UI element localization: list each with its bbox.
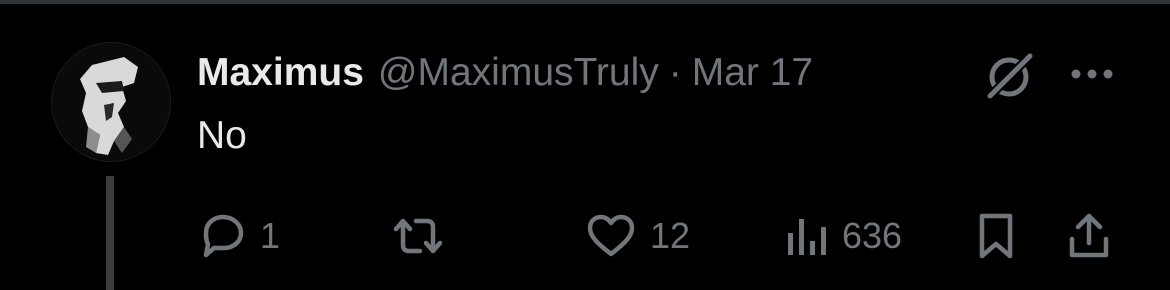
post-date[interactable]: Mar 17 [692,51,813,95]
reply-count: 1 [260,215,281,256]
bookmark-icon [979,213,1013,259]
like-button[interactable]: 12 [584,206,690,266]
avatar[interactable] [51,42,171,162]
bookmark-button[interactable] [974,206,1018,266]
retweet-icon [393,218,443,254]
reply-button[interactable]: 1 [196,206,280,266]
post-text: No [197,114,247,157]
more-options-icon[interactable] [1068,58,1116,90]
heart-icon [587,214,635,257]
like-count: 12 [650,215,691,256]
views-button[interactable]: 636 [782,206,902,266]
user-handle[interactable]: @MaximusTruly [378,51,659,95]
display-name[interactable]: Maximus [197,51,364,95]
grok-icon[interactable] [982,48,1038,104]
top-divider [0,0,1170,4]
view-count: 636 [842,215,903,256]
separator-dot: · [668,51,682,94]
share-icon [1069,213,1109,258]
retweet-button[interactable] [388,206,460,266]
reply-icon [203,214,244,258]
avatar-image [52,43,170,161]
share-button[interactable] [1064,206,1114,266]
views-icon [788,219,826,255]
action-bar: 1 12 636 [0,206,1170,266]
post-header: Maximus @MaximusTruly · Mar 17 [197,48,813,98]
